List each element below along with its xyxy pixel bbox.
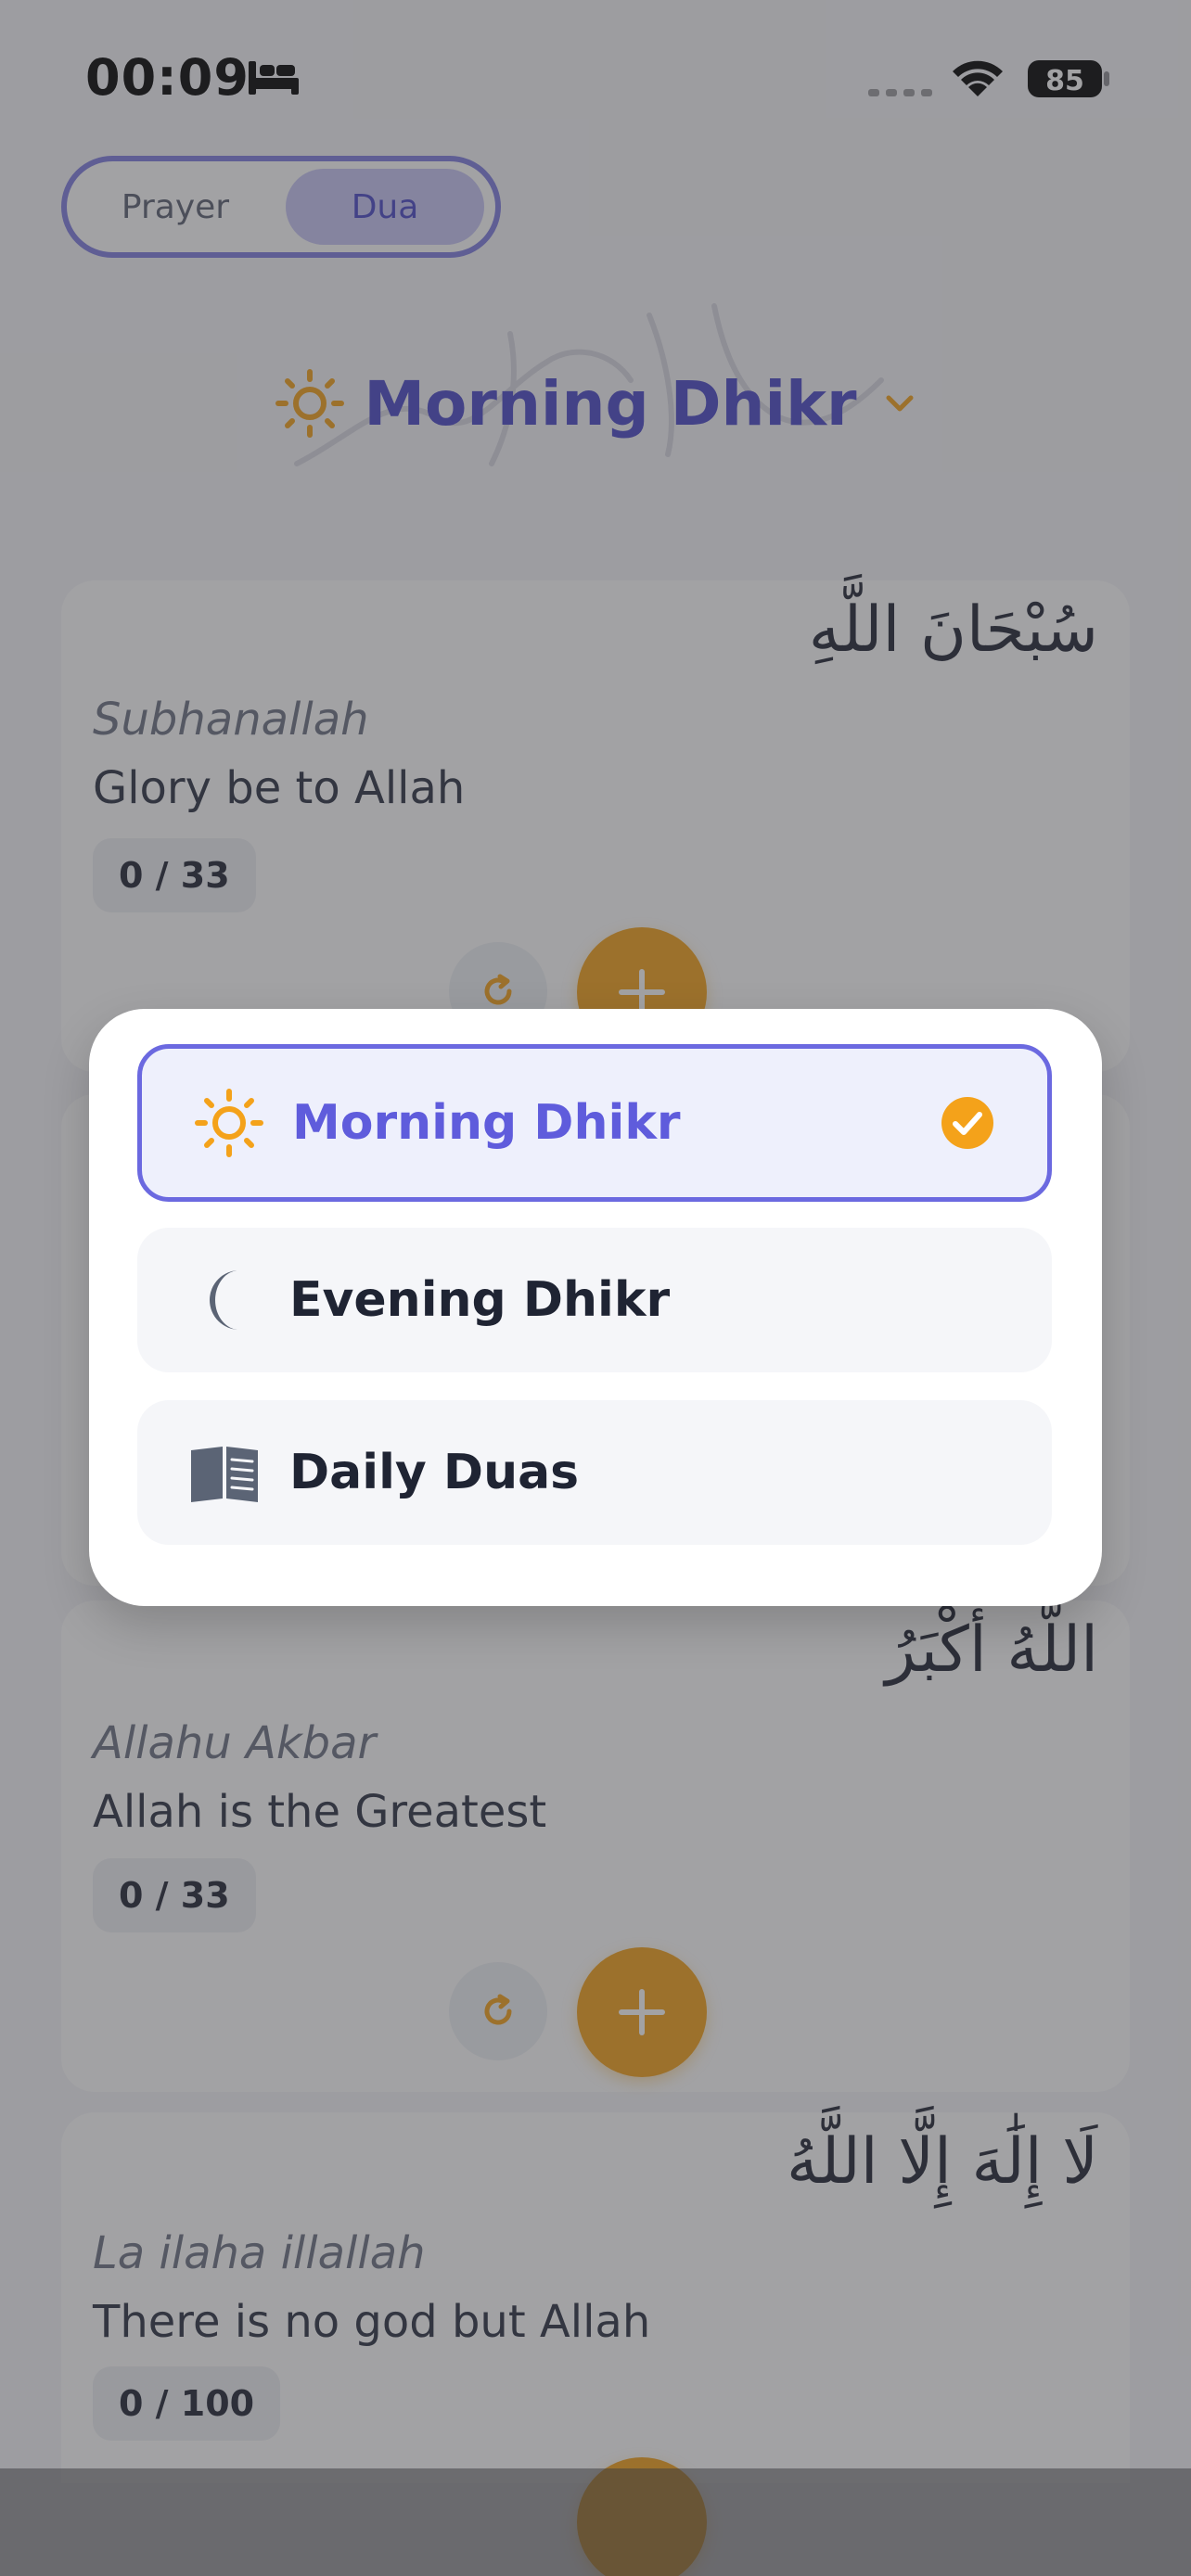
bottom-bar — [0, 2468, 1191, 2576]
checkmark-icon — [941, 1097, 993, 1149]
moon-icon — [210, 1270, 239, 1330]
sun-icon — [195, 1089, 263, 1157]
option-evening-dhikr[interactable]: Evening Dhikr — [137, 1228, 1052, 1372]
option-morning-dhikr[interactable]: Morning Dhikr — [137, 1044, 1052, 1202]
option-label: Daily Duas — [289, 1445, 580, 1500]
book-icon — [191, 1447, 258, 1502]
option-daily-duas[interactable]: Daily Duas — [137, 1400, 1052, 1545]
option-label: Morning Dhikr — [292, 1095, 681, 1151]
option-label: Evening Dhikr — [289, 1272, 671, 1328]
category-dropdown: Morning Dhikr Evening Dhikr Daily Duas — [89, 1009, 1102, 1606]
